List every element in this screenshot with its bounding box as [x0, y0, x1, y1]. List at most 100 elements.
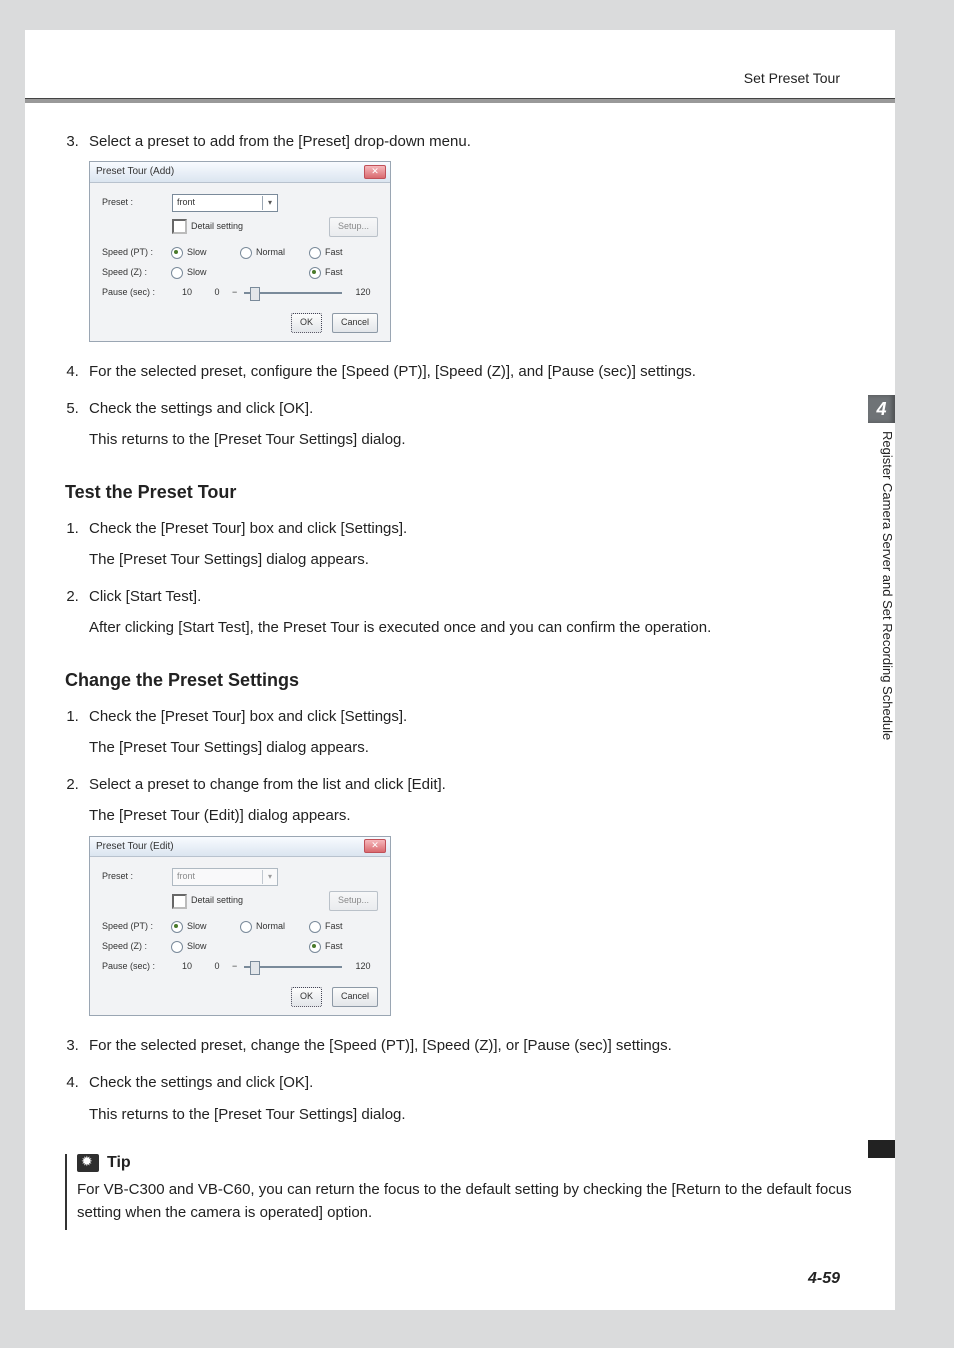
radio-icon: [171, 921, 183, 933]
preset-dropdown[interactable]: front ▾: [172, 194, 278, 212]
radio-icon: [309, 247, 321, 259]
test-heading: Test the Preset Tour: [65, 482, 865, 503]
opt-normal-label: Normal: [256, 920, 285, 934]
dialog-body: Preset : front ▾ Detail setting Setup...: [90, 857, 390, 1015]
opt-fast-label: Fast: [325, 246, 343, 260]
pause-slider[interactable]: [244, 966, 342, 968]
chapter-side-tab: 4 Register Camera Server and Set Recordi…: [868, 395, 895, 875]
dialog-titlebar: Preset Tour (Add) ✕: [90, 162, 390, 183]
radio-icon: [171, 267, 183, 279]
speed-z-label: Speed (Z) :: [102, 940, 171, 954]
opt-slow-label: Slow: [187, 920, 207, 934]
step-4: For the selected preset, configure the […: [83, 360, 865, 383]
radio-icon: [240, 247, 252, 259]
preset-label: Preset :: [102, 870, 172, 884]
opt-fast-label: Fast: [325, 940, 343, 954]
dialog-preset-tour-edit: Preset Tour (Edit) ✕ Preset : front ▾: [89, 836, 391, 1017]
speed-z-slow[interactable]: Slow: [171, 940, 240, 954]
step-3-text: Select a preset to add from the [Preset]…: [89, 133, 471, 150]
speed-pt-fast[interactable]: Fast: [309, 920, 378, 934]
detail-setting-checkbox[interactable]: [172, 894, 187, 909]
side-marker: [868, 1140, 895, 1158]
change-step-4-text: Check the settings and click [OK].: [89, 1074, 313, 1091]
pause-label: Pause (sec) :: [102, 286, 172, 300]
speed-pt-label: Speed (PT) :: [102, 246, 171, 260]
setup-button[interactable]: Setup...: [329, 891, 378, 911]
tip-title: Tip: [107, 1154, 131, 1172]
dialog-title: Preset Tour (Edit): [96, 839, 174, 855]
change-step-3: For the selected preset, change the [Spe…: [83, 1034, 865, 1057]
dialog-body: Preset : front ▾ Detail setting Setup...: [90, 183, 390, 341]
slider-thumb-icon[interactable]: [250, 961, 260, 975]
change-step-1-text: Check the [Preset Tour] box and click [S…: [89, 708, 407, 725]
radio-icon: [309, 921, 321, 933]
preset-dropdown[interactable]: front ▾: [172, 868, 278, 886]
preset-value: front: [177, 870, 195, 884]
page-number: 4-59: [808, 1270, 840, 1288]
step-5-sub: This returns to the [Preset Tour Setting…: [89, 428, 865, 451]
page: Set Preset Tour 4 Register Camera Server…: [25, 30, 895, 1310]
step-3: Select a preset to add from the [Preset]…: [83, 130, 865, 342]
speed-pt-normal[interactable]: Normal: [240, 246, 309, 260]
speed-pt-slow[interactable]: Slow: [171, 246, 240, 260]
detail-setting-checkbox[interactable]: [172, 219, 187, 234]
change-step-4: Check the settings and click [OK]. This …: [83, 1071, 865, 1126]
ok-button[interactable]: OK: [291, 313, 322, 333]
radio-icon: [171, 941, 183, 953]
speed-z-fast[interactable]: Fast: [309, 266, 378, 280]
test-step-2-text: Click [Start Test].: [89, 588, 201, 605]
slider-thumb-icon[interactable]: [250, 287, 260, 301]
main-content: Select a preset to add from the [Preset]…: [65, 130, 865, 1230]
opt-slow-label: Slow: [187, 266, 207, 280]
pause-slider[interactable]: [244, 292, 342, 294]
close-icon[interactable]: ✕: [364, 165, 386, 179]
cancel-button[interactable]: Cancel: [332, 987, 378, 1007]
change-step-2-text: Select a preset to change from the list …: [89, 776, 446, 793]
change-heading: Change the Preset Settings: [65, 670, 865, 691]
chapter-number: 4: [868, 395, 895, 423]
setup-button[interactable]: Setup...: [329, 217, 378, 237]
speed-pt-slow[interactable]: Slow: [171, 920, 240, 934]
chevron-down-icon: ▾: [262, 870, 277, 884]
opt-slow-label: Slow: [187, 246, 207, 260]
cancel-button[interactable]: Cancel: [332, 313, 378, 333]
dash: −: [232, 960, 238, 974]
dialog-title: Preset Tour (Add): [96, 164, 174, 180]
change-step-2: Select a preset to change from the list …: [83, 773, 865, 1016]
change-step-1-sub: The [Preset Tour Settings] dialog appear…: [89, 736, 865, 759]
radio-icon: [240, 921, 252, 933]
pause-value: 0: [202, 960, 232, 974]
speed-z-label: Speed (Z) :: [102, 266, 171, 280]
dash: −: [232, 286, 238, 300]
opt-fast-label: Fast: [325, 266, 343, 280]
opt-fast-label: Fast: [325, 920, 343, 934]
header-rule: [25, 98, 895, 103]
pause-value: 0: [202, 286, 232, 300]
pause-label: Pause (sec) :: [102, 960, 172, 974]
ok-button[interactable]: OK: [291, 987, 322, 1007]
speed-z-slow[interactable]: Slow: [171, 266, 240, 280]
speed-pt-normal[interactable]: Normal: [240, 920, 309, 934]
test-step-1-sub: The [Preset Tour Settings] dialog appear…: [89, 548, 865, 571]
breadcrumb: Set Preset Tour: [744, 70, 840, 86]
radio-icon: [309, 941, 321, 953]
pause-min: 10: [172, 960, 202, 974]
change-step-2-sub: The [Preset Tour (Edit)] dialog appears.: [89, 804, 865, 827]
speed-z-fast[interactable]: Fast: [309, 940, 378, 954]
dialog-titlebar: Preset Tour (Edit) ✕: [90, 837, 390, 858]
test-step-2: Click [Start Test]. After clicking [Star…: [83, 585, 865, 640]
pause-max: 120: [348, 286, 378, 300]
speed-pt-label: Speed (PT) :: [102, 920, 171, 934]
chevron-down-icon[interactable]: ▾: [262, 196, 277, 210]
change-step-4-sub: This returns to the [Preset Tour Setting…: [89, 1103, 865, 1126]
close-icon[interactable]: ✕: [364, 839, 386, 853]
speed-pt-fast[interactable]: Fast: [309, 246, 378, 260]
test-step-2-sub: After clicking [Start Test], the Preset …: [89, 616, 865, 639]
preset-value: front: [177, 196, 195, 210]
test-steps: Check the [Preset Tour] box and click [S…: [65, 517, 865, 640]
tip-box: Tip For VB-C300 and VB-C60, you can retu…: [65, 1154, 865, 1231]
pause-min: 10: [172, 286, 202, 300]
detail-setting-label: Detail setting: [191, 220, 329, 234]
detail-setting-label: Detail setting: [191, 894, 329, 908]
radio-icon: [171, 247, 183, 259]
